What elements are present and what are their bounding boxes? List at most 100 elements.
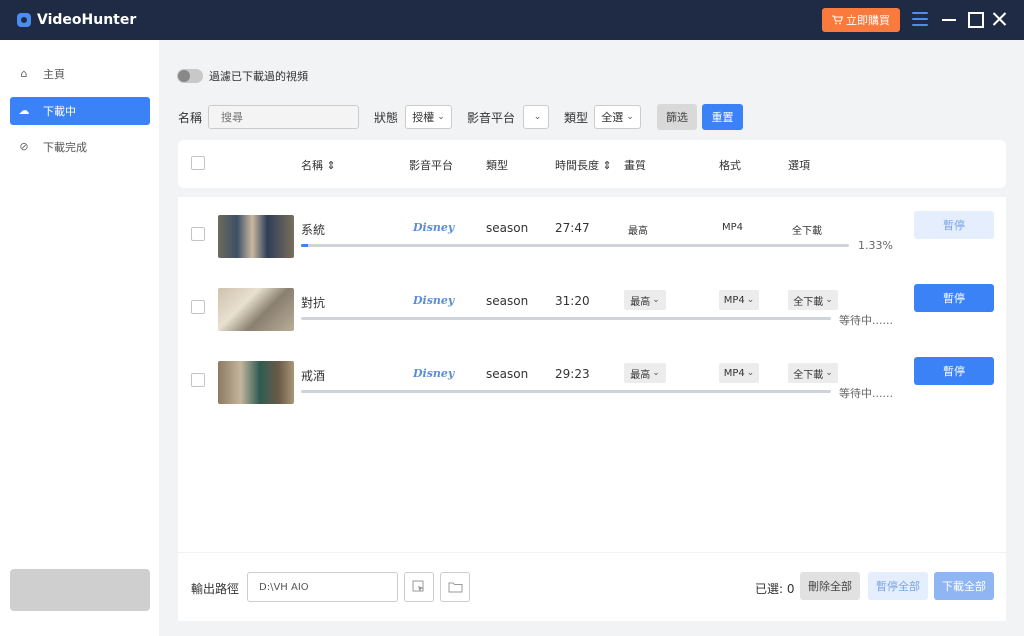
status-select[interactable]: 授權 ⌄ [405,105,452,129]
chevron-down-icon: ⌄ [652,295,660,305]
check-circle-icon: ⊘ [19,140,29,153]
buy-now-button[interactable]: 立即購買 [822,8,900,32]
progress-bar [301,244,849,247]
footer-bar: 輸出路徑 已選: 0 刪除全部 暫停全部 下載全部 [178,553,1006,621]
cart-icon [832,15,843,25]
selected-count: 已選: 0 [755,582,795,596]
select-all-checkbox[interactable] [191,156,205,170]
pause-button[interactable]: 暫停 [914,211,994,239]
video-title: 對抗 [301,296,326,310]
video-type: season [486,221,529,235]
download-list: 系統 Disney season 27:47 最高 MP4 全下載 1.33% … [178,197,1006,552]
pause-button[interactable]: 暫停 [914,284,994,312]
buy-now-label: 立即購買 [846,14,890,27]
quality-value: 最高 [628,226,648,237]
title-bar: VideoHunter 立即購買 [0,0,1024,40]
header-platform: 影音平台 [409,159,453,172]
type-filter-label: 類型 [564,111,589,125]
format-select-value: MP4 [723,367,745,379]
header-name-label: 名稱 [301,159,323,172]
video-type: season [486,367,529,381]
sort-icon: ⇕ [602,159,612,172]
output-path-label: 輸出路徑 [191,582,240,596]
row-checkbox[interactable] [191,300,205,314]
browse-button[interactable] [404,572,434,602]
disney-logo: Disney [413,221,455,234]
video-duration: 27:47 [555,221,590,235]
sidebar-item-home[interactable]: ⌂ 主頁 [10,60,150,88]
format-select[interactable]: MP4 ⌄ [719,290,759,310]
delete-all-button[interactable]: 刪除全部 [800,572,860,600]
output-path-input[interactable] [247,572,398,602]
sidebar-item-downloading[interactable]: ☁ 下載中 [10,97,150,125]
quality-select[interactable]: 最高 ⌄ [624,363,666,383]
filter-bar: 名稱 狀態 授權 ⌄ 影音平台 ⌄ 類型 全選 ⌄ 篩选 重置 [178,104,1018,130]
maximize-icon[interactable] [966,10,984,28]
download-row: 系統 Disney season 27:47 最高 MP4 全下載 1.33% … [178,211,1006,274]
progress-text: 1.33% [858,239,893,252]
app-title: VideoHunter [37,12,137,28]
pause-button[interactable]: 暫停 [914,357,994,385]
chevron-down-icon: ⌄ [437,112,445,122]
option-select[interactable]: 全下載 ⌄ [788,363,838,383]
name-filter-label: 名稱 [178,111,203,125]
progress-fill [301,244,309,247]
platform-filter-label: 影音平台 [467,111,516,125]
chevron-down-icon: ⌄ [533,112,542,122]
pause-all-button[interactable]: 暫停全部 [868,572,928,600]
close-icon[interactable] [991,10,1009,28]
video-title: 戒酒 [301,369,326,383]
search-input[interactable] [208,105,359,129]
reset-button[interactable]: 重置 [702,104,743,130]
header-format: 格式 [719,159,741,172]
row-checkbox[interactable] [191,227,205,241]
option-select-value: 全下載 [793,296,824,308]
video-type: season [486,294,529,308]
progress-bar [301,390,831,393]
header-duration[interactable]: 時間長度 ⇕ [555,157,612,173]
minimize-icon[interactable] [940,10,958,28]
header-duration-label: 時間長度 [555,159,599,172]
format-select-value: MP4 [723,294,745,306]
video-thumbnail [218,215,294,258]
type-select[interactable]: 全選 ⌄ [594,105,641,129]
sidebar-item-label: 下載完成 [43,141,87,154]
menu-icon[interactable] [912,12,928,26]
format-value: MP4 [722,222,744,233]
sidebar-item-label: 下載中 [43,105,76,118]
disney-logo: Disney [413,294,455,307]
platform-select[interactable]: ⌄ [523,105,549,129]
filter-button[interactable]: 篩选 [657,104,697,130]
account-card[interactable] [10,569,150,611]
chevron-down-icon: ⌄ [746,295,755,305]
open-folder-button[interactable] [440,572,470,602]
chevron-down-icon: ⌄ [746,368,755,378]
folder-icon [448,582,462,593]
video-thumbnail [218,361,294,404]
header-type: 類型 [486,159,508,172]
chevron-down-icon: ⌄ [626,112,634,122]
video-title: 系統 [301,223,326,237]
download-row: 戒酒 Disney season 29:23 最高 ⌄ MP4 ⌄ 全下載 ⌄ 等待中… [178,357,1006,420]
filter-downloaded-label: 過濾已下載過的視頻 [209,70,308,83]
status-filter-label: 狀態 [374,111,399,125]
sidebar-item-completed[interactable]: ⊘ 下載完成 [10,133,150,161]
disney-logo: Disney [413,367,455,380]
quality-select[interactable]: 最高 ⌄ [624,290,666,310]
format-select[interactable]: MP4 ⌄ [719,363,759,383]
status-select-value: 授權 [412,111,435,124]
option-select[interactable]: 全下載 ⌄ [788,290,838,310]
sort-icon: ⇕ [326,159,336,172]
download-all-button[interactable]: 下載全部 [934,572,994,600]
video-duration: 29:23 [555,367,590,381]
header-name[interactable]: 名稱 ⇕ [301,157,336,173]
row-checkbox[interactable] [191,373,205,387]
main-content: 過濾已下載過的視頻 名稱 狀態 授權 ⌄ 影音平台 ⌄ 類型 全選 ⌄ 篩选 重… [159,40,1024,636]
option-value: 全下載 [792,226,822,237]
type-select-value: 全選 [601,111,624,124]
app-logo-icon [17,13,31,27]
chevron-down-icon: ⌄ [825,295,833,305]
filter-downloaded-toggle[interactable] [177,69,203,83]
home-icon: ⌂ [20,67,28,80]
video-thumbnail [218,288,294,331]
